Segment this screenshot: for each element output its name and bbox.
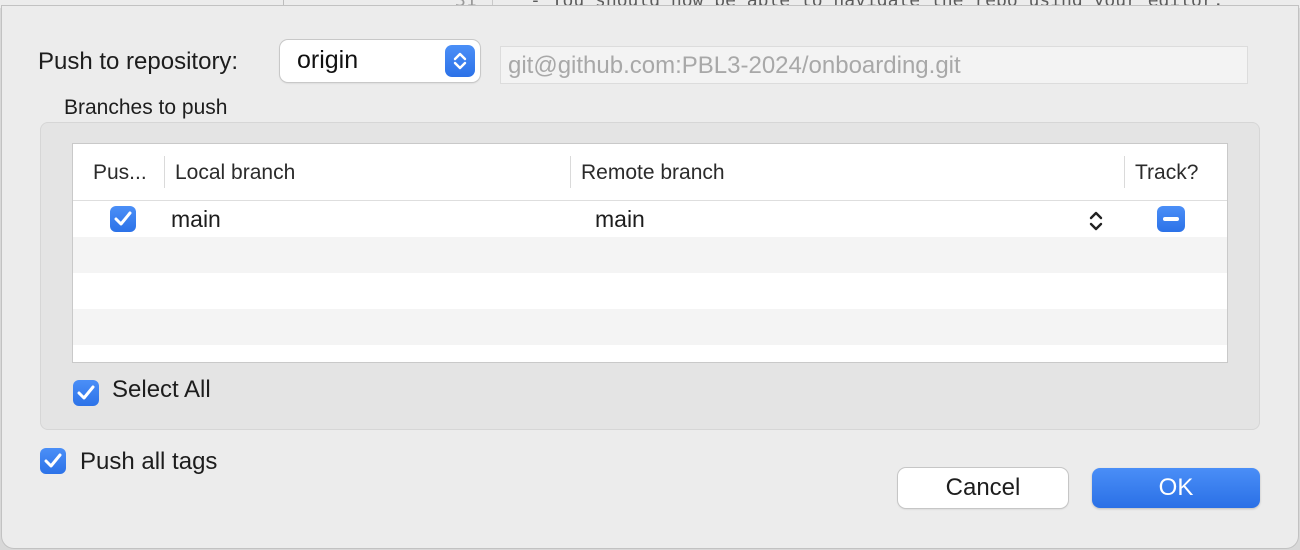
push-all-tags-checkbox[interactable] <box>40 448 66 474</box>
chevron-updown-icon[interactable] <box>1087 209 1105 233</box>
repository-url-text: git@github.com:PBL3-2024/onboarding.git <box>508 52 961 79</box>
column-header-push[interactable]: Pus... <box>93 161 147 185</box>
table-row[interactable]: main main <box>73 201 1227 237</box>
ok-button[interactable]: OK <box>1092 468 1260 508</box>
table-row-empty <box>73 273 1227 309</box>
track-checkbox[interactable] <box>1157 206 1185 232</box>
column-header-remote-branch[interactable]: Remote branch <box>581 161 725 185</box>
column-header-track[interactable]: Track? <box>1135 161 1198 185</box>
push-dialog: Push to repository: origin git@github.co… <box>2 6 1298 548</box>
local-branch-cell: main <box>171 206 221 232</box>
column-separator[interactable] <box>570 156 571 188</box>
select-all-checkbox[interactable] <box>73 380 99 406</box>
branches-table: Pus... Local branch Remote branch Track?… <box>73 144 1227 362</box>
branches-label: Branches to push <box>64 96 228 119</box>
repository-selected-value: origin <box>297 46 359 74</box>
push-all-tags-label[interactable]: Push all tags <box>80 448 217 476</box>
remote-branch-popup[interactable]: main <box>595 206 645 233</box>
chevron-updown-icon <box>445 45 475 77</box>
minus-icon <box>1163 217 1179 221</box>
repository-url-field: git@github.com:PBL3-2024/onboarding.git <box>500 46 1248 84</box>
push-checkbox[interactable] <box>110 206 136 232</box>
repository-label: Push to repository: <box>38 48 239 75</box>
branches-group: Pus... Local branch Remote branch Track?… <box>40 122 1260 430</box>
column-header-local-branch[interactable]: Local branch <box>175 161 295 185</box>
table-row-empty <box>73 309 1227 345</box>
table-header: Pus... Local branch Remote branch Track? <box>73 144 1227 201</box>
cancel-button[interactable]: Cancel <box>898 468 1068 508</box>
column-separator[interactable] <box>1124 156 1125 188</box>
select-all-label[interactable]: Select All <box>112 376 211 404</box>
table-row-empty <box>73 237 1227 273</box>
repository-popup[interactable]: origin <box>280 40 480 82</box>
column-separator[interactable] <box>164 156 165 188</box>
table-row-empty <box>73 345 1227 362</box>
